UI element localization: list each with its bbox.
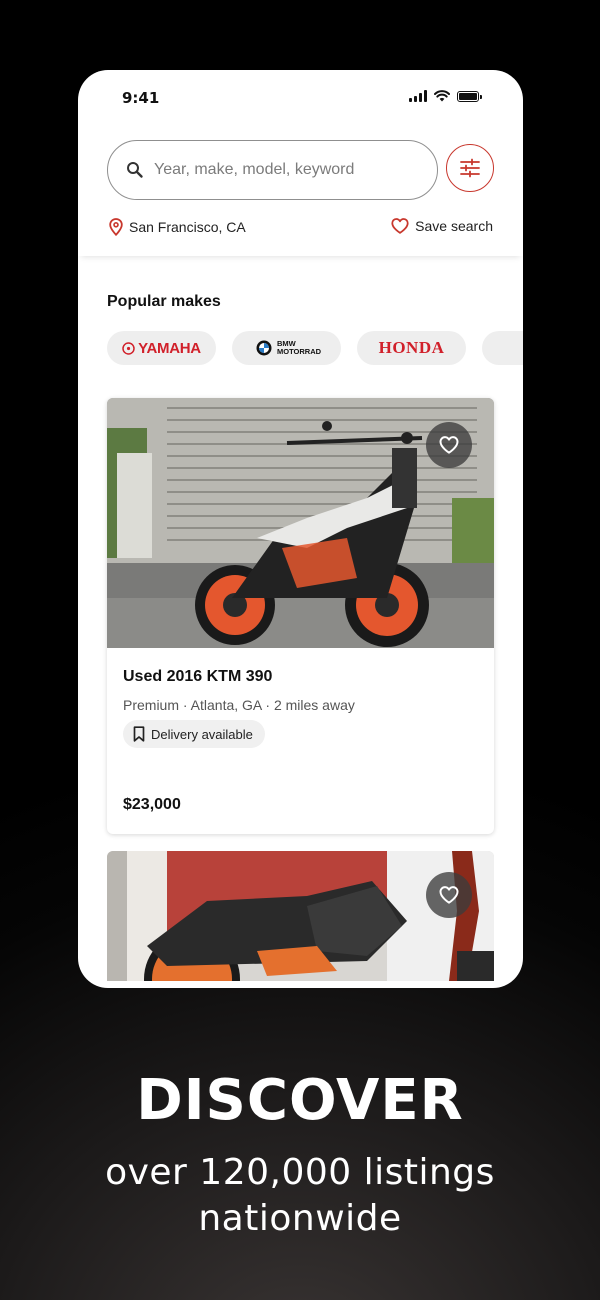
bmw-roundel-icon <box>256 340 272 356</box>
save-search-button[interactable]: Save search <box>391 218 493 234</box>
listing-card[interactable] <box>107 851 494 981</box>
battery-icon <box>457 90 482 102</box>
search-header: Year, make, model, keyword San Francisco… <box>78 126 523 256</box>
listing-price: $23,000 <box>123 796 181 813</box>
location-selector[interactable]: San Francisco, CA <box>109 218 246 236</box>
promo-subline-line-2: nationwide <box>198 1198 402 1239</box>
location-label: San Francisco, CA <box>129 219 246 235</box>
popular-makes-carousel: YAMAHA BMW MOTORRAD HONDA <box>107 331 523 365</box>
yamaha-emblem-icon <box>122 341 135 355</box>
wifi-icon <box>434 90 450 102</box>
bmw-motorrad-logo: BMW MOTORRAD <box>256 340 321 356</box>
cellular-signal-icon <box>409 90 427 102</box>
promo-subline: over 120,000 listings nationwide <box>0 1150 600 1242</box>
listing-card[interactable]: Used 2016 KTM 390 Premium · Atlanta, GA … <box>107 398 494 834</box>
search-icon <box>127 162 143 178</box>
make-chip-honda[interactable]: HONDA <box>357 331 466 365</box>
search-placeholder: Year, make, model, keyword <box>154 161 355 178</box>
delivery-badge-label: Delivery available <box>151 726 253 742</box>
honda-logo: HONDA <box>378 338 445 357</box>
status-time: 9:41 <box>122 89 160 107</box>
phone-screen: 9:41 Year, make, model, keyword San Fran… <box>78 70 523 988</box>
promo-subline-line-1: over 120,000 listings <box>105 1152 495 1193</box>
bookmark-icon <box>133 726 145 742</box>
sliders-icon <box>460 158 480 178</box>
listing-meta: Premium · Atlanta, GA · 2 miles away <box>123 697 355 713</box>
popular-makes-title: Popular makes <box>107 293 221 310</box>
status-bar: 9:41 <box>78 70 523 126</box>
save-search-label: Save search <box>415 218 493 234</box>
search-input[interactable]: Year, make, model, keyword <box>107 140 438 200</box>
status-icons <box>409 90 482 102</box>
map-pin-icon <box>109 218 123 236</box>
favorite-button[interactable] <box>426 422 472 468</box>
filter-button[interactable] <box>446 144 494 192</box>
heart-outline-icon <box>439 886 459 904</box>
delivery-badge: Delivery available <box>123 720 265 748</box>
promo-headline: DISCOVER <box>136 1068 464 1133</box>
listing-photo <box>107 851 494 981</box>
listing-title: Used 2016 KTM 390 <box>123 668 273 685</box>
heart-outline-icon <box>439 436 459 454</box>
make-chip-yamaha[interactable]: YAMAHA <box>107 331 216 365</box>
make-chip-bmw[interactable]: BMW MOTORRAD <box>232 331 341 365</box>
yamaha-logo: YAMAHA <box>122 340 201 357</box>
make-chip-more[interactable] <box>482 331 523 365</box>
heart-outline-icon <box>391 218 409 234</box>
favorite-button[interactable] <box>426 872 472 918</box>
